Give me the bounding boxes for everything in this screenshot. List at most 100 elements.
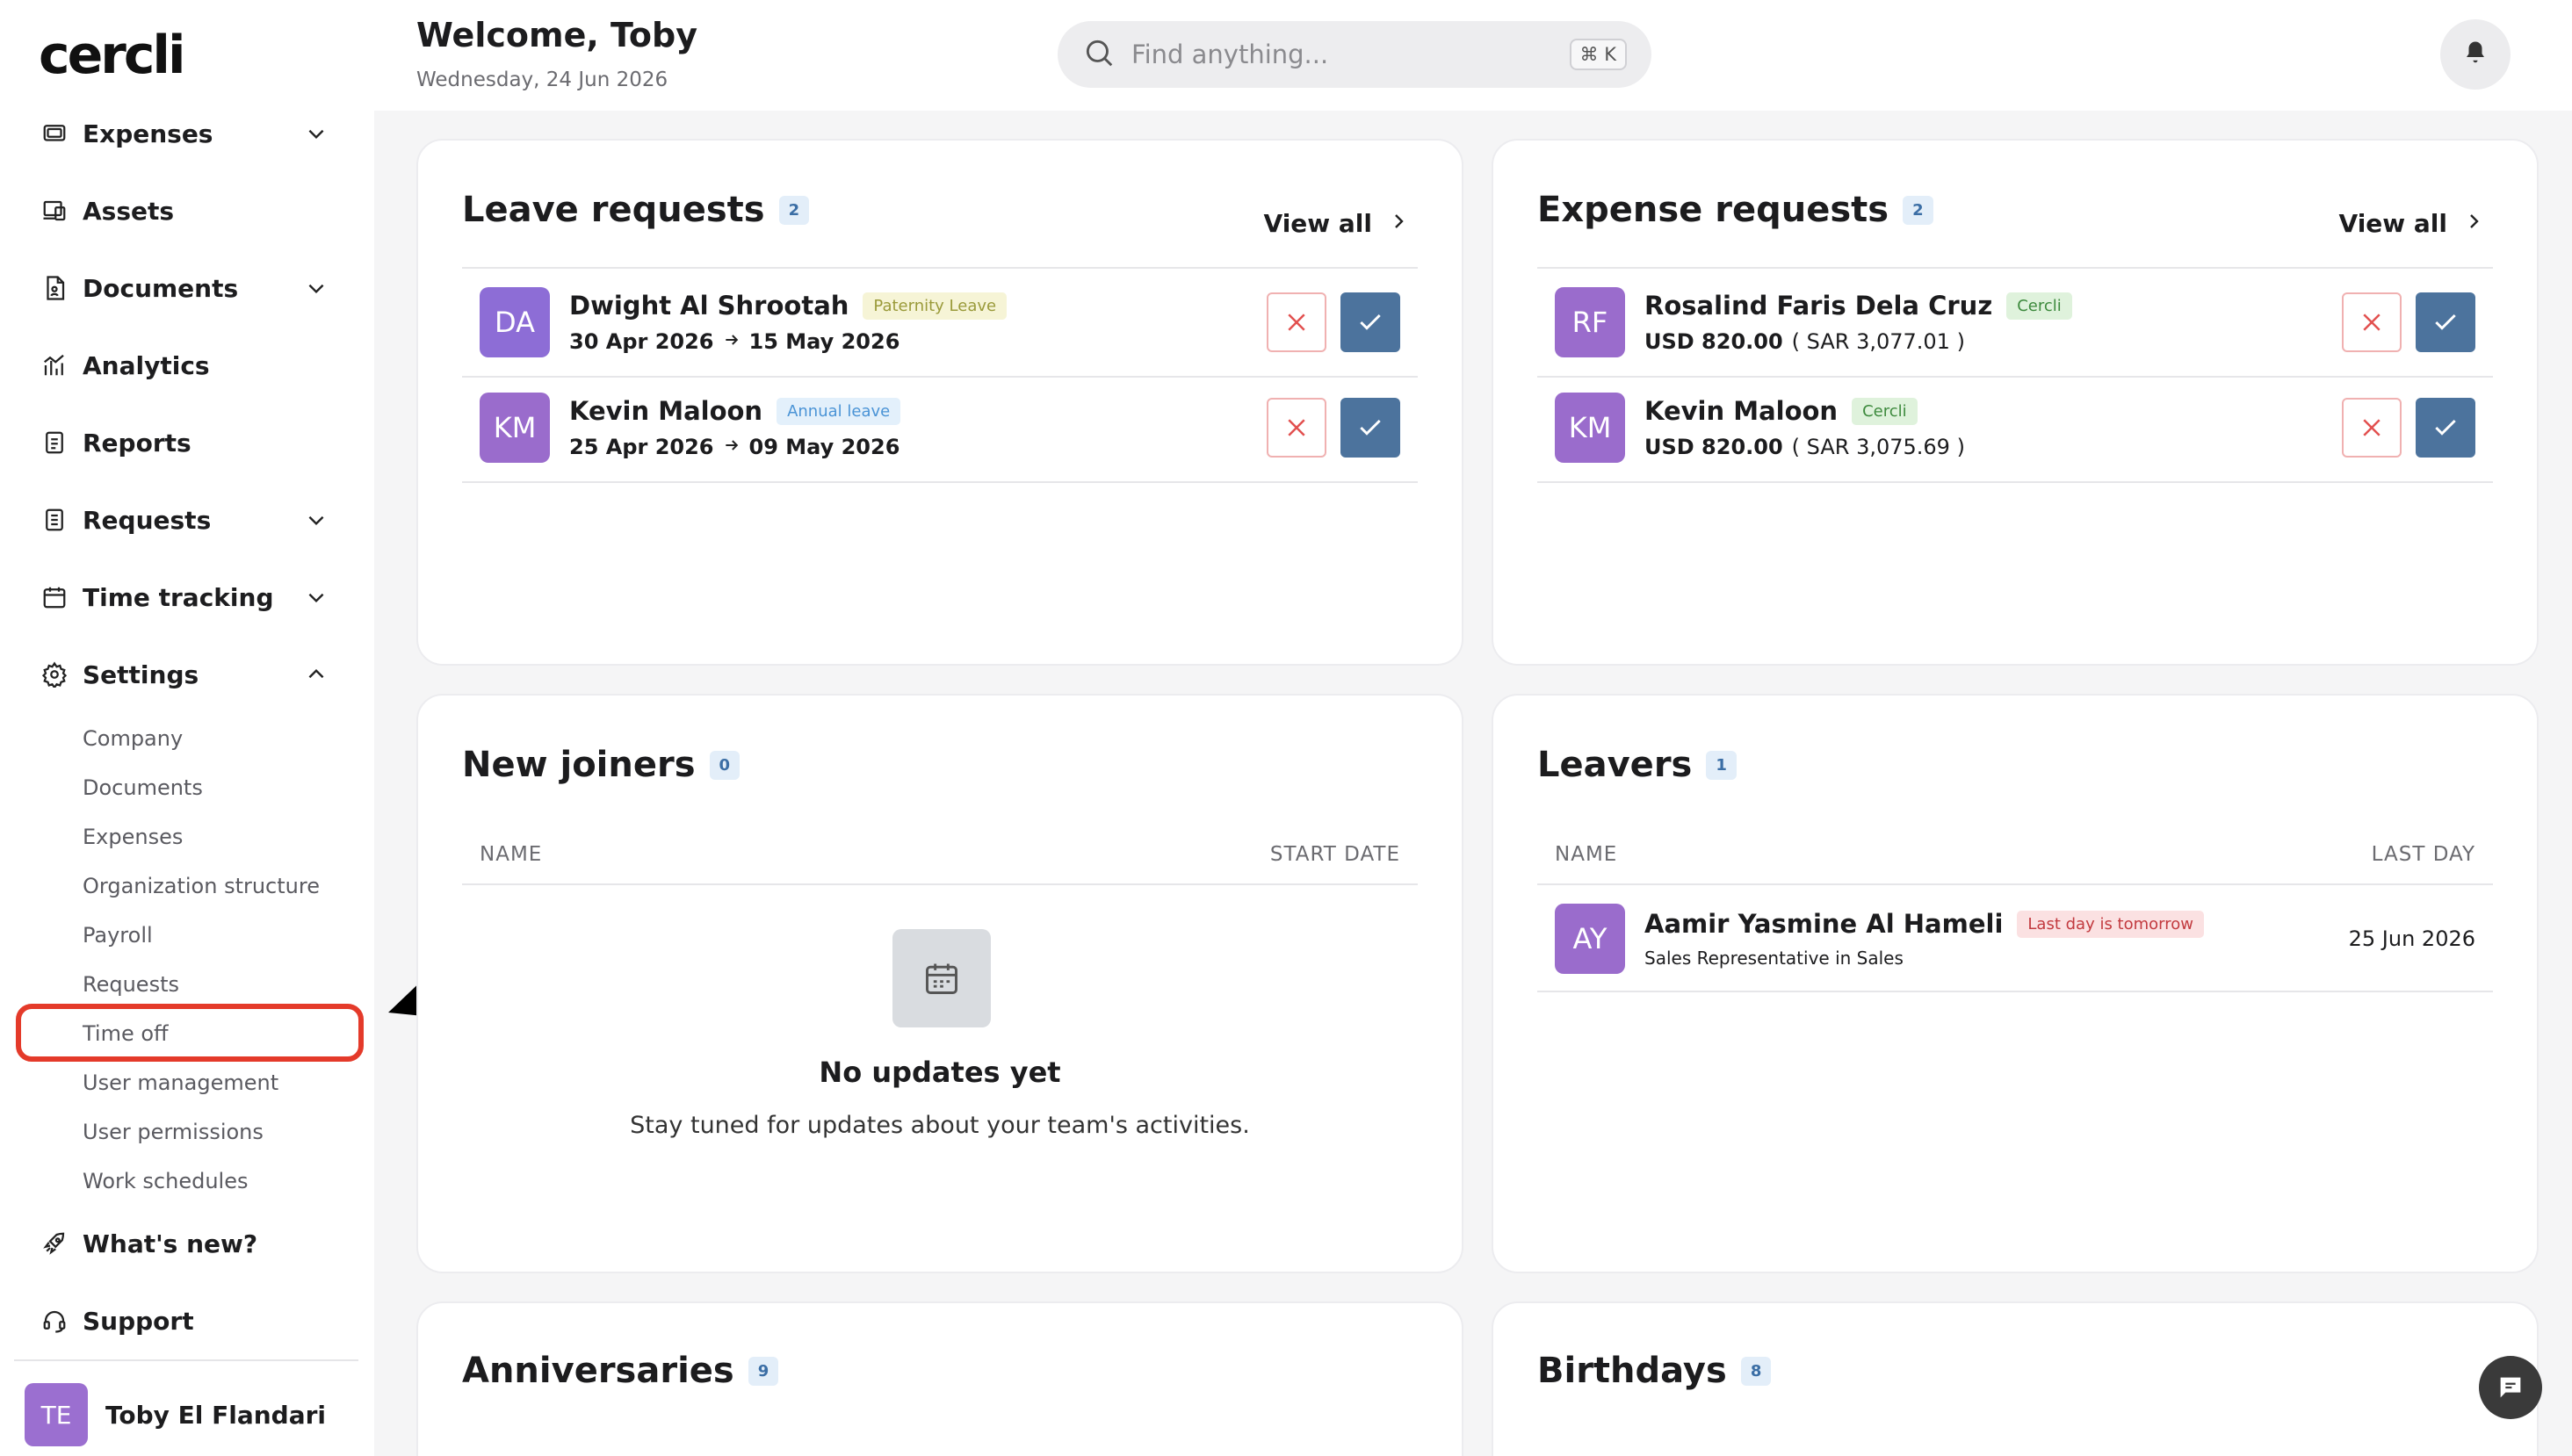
leave-start-date: 30 Apr 2026 xyxy=(569,329,714,354)
divider xyxy=(1537,991,2493,992)
user-profile[interactable]: TE Toby El Flandari xyxy=(25,1383,326,1446)
view-all-label: View all xyxy=(1263,209,1372,238)
card-title: Leave requests xyxy=(462,190,765,230)
expense-converted-amount: ( SAR 3,077.01 ) xyxy=(1791,329,1965,354)
close-icon xyxy=(2363,314,2381,331)
avatar: KM xyxy=(480,393,550,463)
settings-subitem-work-schedules[interactable]: Work schedules xyxy=(83,1164,248,1199)
expense-requests-card: Expense requests 2 View all RF Rosalind … xyxy=(1492,139,2539,666)
search-shortcut-badge: ⌘ K xyxy=(1569,39,1627,70)
anniversaries-card: Anniversaries 9 xyxy=(416,1301,1463,1456)
sidebar-item-settings[interactable]: Settings xyxy=(39,648,329,701)
chat-support-button[interactable] xyxy=(2479,1356,2542,1419)
chevron-right-icon xyxy=(1388,209,1409,238)
settings-subitem-company[interactable]: Company xyxy=(83,721,183,756)
reject-button[interactable] xyxy=(1267,292,1326,352)
chat-icon xyxy=(2500,1377,2521,1398)
requests-icon xyxy=(39,504,70,536)
profile-name: Toby El Flandari xyxy=(105,1400,327,1430)
leave-request-row[interactable]: DA Dwight Al Shrootah Paternity Leave 30… xyxy=(462,270,1418,374)
cercli-logo[interactable]: cercli xyxy=(39,25,186,86)
sidebar-item-label: Analytics xyxy=(83,350,210,380)
empty-state-title: No updates yet xyxy=(819,1056,1061,1089)
divider xyxy=(462,883,1418,885)
settings-subitem-requests[interactable]: Requests xyxy=(83,967,179,1002)
settings-subitem-payroll[interactable]: Payroll xyxy=(83,918,153,953)
count-badge: 2 xyxy=(1903,195,1933,225)
chevron-down-icon xyxy=(304,276,329,300)
close-icon xyxy=(1288,419,1305,436)
count-badge: 0 xyxy=(709,750,741,780)
approve-button[interactable] xyxy=(2416,398,2475,458)
card-title: Expense requests xyxy=(1537,190,1889,230)
sidebar-item-label: Documents xyxy=(83,273,239,303)
reject-button[interactable] xyxy=(2342,292,2402,352)
empty-state-subtitle: Stay tuned for updates about your team's… xyxy=(630,1112,1250,1139)
sidebar-item-label: Support xyxy=(83,1306,194,1336)
company-tag: Cercli xyxy=(2006,292,2072,320)
chevron-right-icon xyxy=(2463,209,2484,238)
close-icon xyxy=(1288,314,1305,331)
settings-subitem-user-management[interactable]: User management xyxy=(83,1065,278,1100)
expense-amount: USD 820.00 xyxy=(1644,435,1783,459)
sidebar-item-requests[interactable]: Requests xyxy=(39,494,329,546)
view-all-label: View all xyxy=(2338,209,2447,238)
count-badge: 9 xyxy=(748,1356,779,1386)
current-date: Wednesday, 24 Jun 2026 xyxy=(416,68,668,91)
calendar-icon xyxy=(39,581,70,613)
card-title: Leavers xyxy=(1537,745,1693,785)
sidebar-item-support[interactable]: Support xyxy=(39,1294,329,1347)
settings-subitem-organization-structure[interactable]: Organization structure xyxy=(83,869,320,904)
avatar: RF xyxy=(1555,287,1625,357)
gear-icon xyxy=(39,659,70,690)
analytics-icon xyxy=(39,350,70,381)
leave-request-row[interactable]: KM Kevin Maloon Annual leave 25 Apr 2026… xyxy=(462,376,1418,479)
avatar: KM xyxy=(1555,393,1625,463)
reject-button[interactable] xyxy=(1267,398,1326,458)
check-icon xyxy=(2435,419,2456,436)
settings-subitem-documents[interactable]: Documents xyxy=(83,770,203,805)
headset-icon xyxy=(39,1305,70,1337)
leave-end-date: 15 May 2026 xyxy=(748,329,900,354)
sidebar-item-assets[interactable]: Assets xyxy=(39,184,329,237)
sidebar-item-reports[interactable]: Reports xyxy=(39,416,329,469)
check-icon xyxy=(1360,419,1381,436)
birthdays-card: Birthdays 8 xyxy=(1492,1301,2539,1456)
employee-name: Dwight Al Shrootah xyxy=(569,291,849,321)
view-all-expense-requests-link[interactable]: View all xyxy=(2339,209,2484,238)
settings-subitem-user-permissions[interactable]: User permissions xyxy=(83,1114,264,1150)
count-badge: 8 xyxy=(1740,1356,1772,1386)
expense-request-row[interactable]: RF Rosalind Faris Dela Cruz Cercli USD 8… xyxy=(1537,270,2493,374)
sidebar-item-expenses[interactable]: Expenses xyxy=(39,107,329,160)
sidebar-item-label: Expenses xyxy=(83,119,213,148)
approve-button[interactable] xyxy=(1340,292,1400,352)
rocket-icon xyxy=(39,1228,70,1259)
divider xyxy=(462,481,1418,483)
chevron-down-icon xyxy=(304,121,329,146)
sidebar-item-label: What's new? xyxy=(83,1229,258,1258)
settings-subitem-expenses[interactable]: Expenses xyxy=(83,819,183,854)
sidebar-divider xyxy=(14,1359,358,1361)
reject-button[interactable] xyxy=(2342,398,2402,458)
check-icon xyxy=(2435,314,2456,330)
leaver-row[interactable]: AY Aamir Yasmine Al Hameli Last day is t… xyxy=(1537,887,2493,991)
sidebar-item-label: Settings xyxy=(83,660,199,689)
approve-button[interactable] xyxy=(2416,292,2475,352)
view-all-leave-requests-link[interactable]: View all xyxy=(1264,209,1409,238)
company-tag: Cercli xyxy=(1852,397,1918,425)
sidebar: cercli Expenses Assets Documents Analyti… xyxy=(0,0,374,1456)
approve-button[interactable] xyxy=(1340,398,1400,458)
sidebar-item-whats-new[interactable]: What's new? xyxy=(39,1217,329,1270)
sidebar-item-documents[interactable]: Documents xyxy=(39,262,329,314)
expense-request-row[interactable]: KM Kevin Maloon Cercli USD 820.00 ( SAR … xyxy=(1537,376,2493,479)
search-input[interactable]: Find anything... ⌘ K xyxy=(1058,21,1651,88)
close-icon xyxy=(2363,419,2381,436)
expense-amount: USD 820.00 xyxy=(1644,329,1783,354)
sidebar-item-analytics[interactable]: Analytics xyxy=(39,339,329,392)
notifications-button[interactable] xyxy=(2440,19,2511,90)
avatar: DA xyxy=(480,287,550,357)
chevron-down-icon xyxy=(304,585,329,609)
sidebar-item-time-tracking[interactable]: Time tracking xyxy=(39,571,329,623)
column-header-name: NAME xyxy=(480,843,543,866)
employee-name: Kevin Maloon xyxy=(569,396,763,426)
